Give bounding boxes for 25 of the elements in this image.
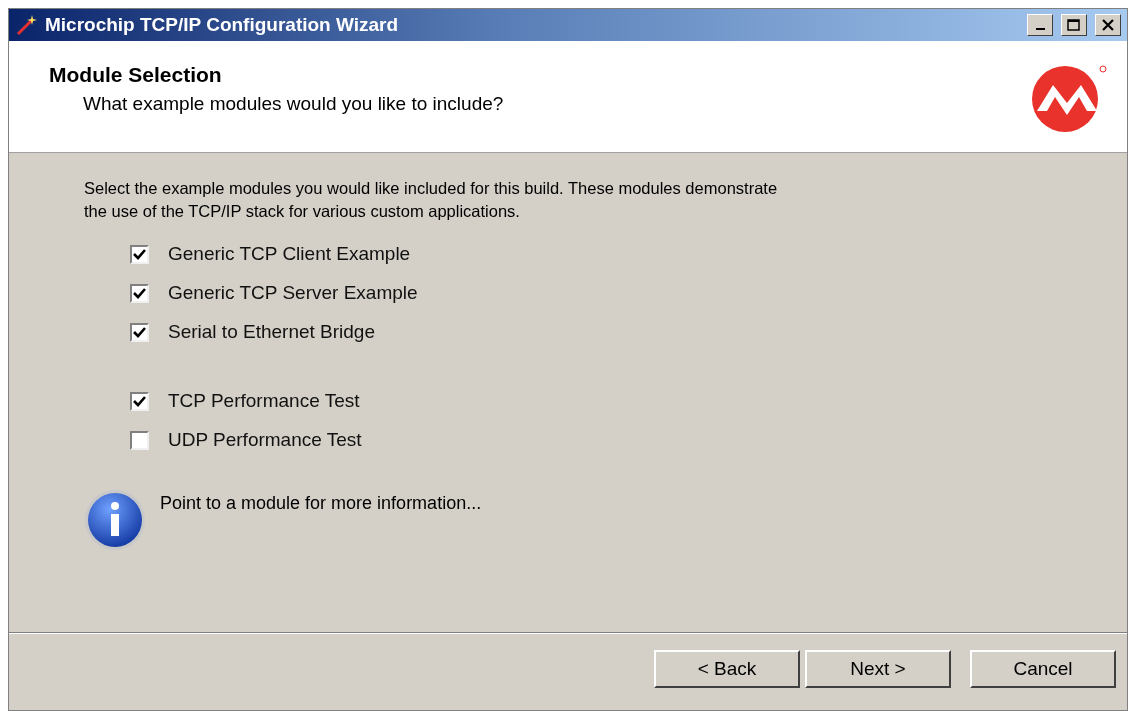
close-icon <box>1102 19 1114 31</box>
checkbox[interactable] <box>130 430 149 450</box>
info-icon <box>84 489 146 551</box>
checkbox-label: UDP Performance Test <box>168 429 362 451</box>
maximize-button[interactable] <box>1061 14 1087 36</box>
checkbox-label: TCP Performance Test <box>168 390 360 412</box>
checkbox-label: Serial to Ethernet Bridge <box>168 321 375 343</box>
window-title: Microchip TCP/IP Configuration Wizard <box>45 14 400 36</box>
checkbox[interactable] <box>130 283 149 303</box>
checkbox[interactable] <box>130 322 149 342</box>
page-subtitle: What example modules would you like to include? <box>82 93 505 115</box>
info-text: Point to a module for more information... <box>160 493 482 514</box>
wizard-button[interactable]: Next > <box>805 649 951 688</box>
wizard-button[interactable]: < Back <box>654 649 800 688</box>
checkbox-label: Generic TCP Client Example <box>168 243 411 265</box>
checkbox[interactable] <box>130 391 149 411</box>
maximize-icon <box>1067 19 1081 31</box>
checkbox[interactable] <box>130 244 149 264</box>
close-button[interactable] <box>1095 14 1121 36</box>
wizard-button[interactable]: Cancel <box>970 649 1116 688</box>
minimize-button[interactable] <box>1027 14 1053 36</box>
page-title: Module Selection <box>49 63 223 87</box>
intro-text: Select the example modules you would like included for this build. These modules demonstrate the use of the TCP/IP stack for various custom applications. <box>84 178 779 222</box>
minimize-icon <box>1035 28 1045 30</box>
checkbox-label: Generic TCP Server Example <box>168 282 418 304</box>
